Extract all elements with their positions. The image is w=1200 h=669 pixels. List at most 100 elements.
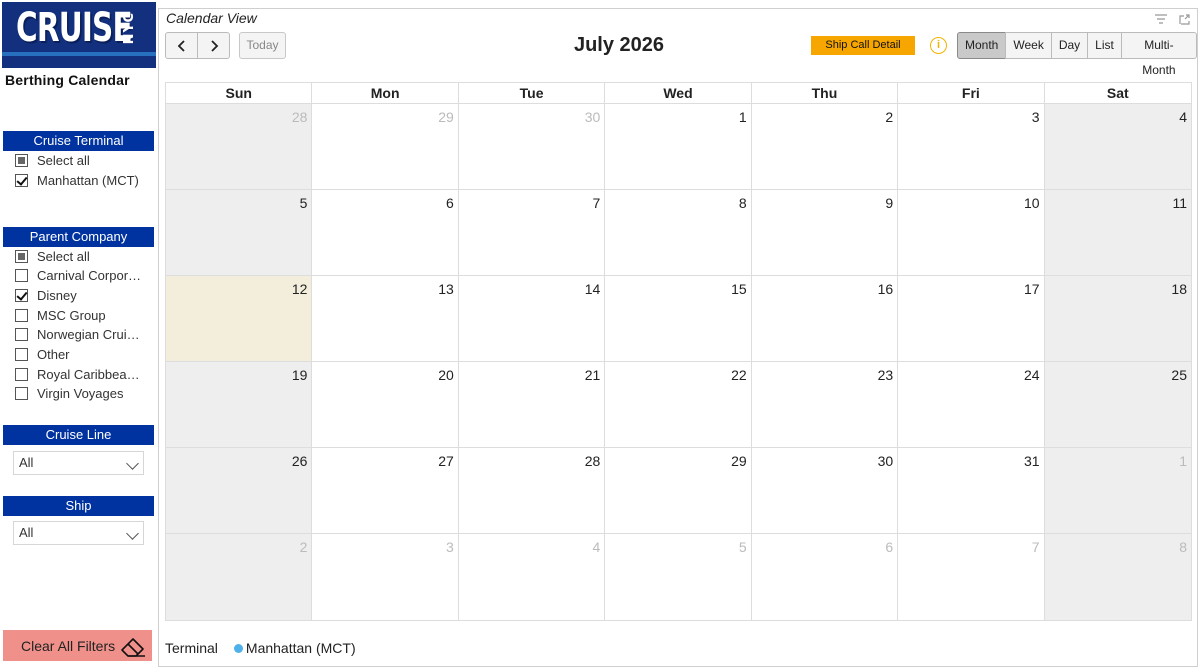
parent-company-option[interactable]: Royal Caribbea… [15, 365, 155, 383]
day-number[interactable]: 1 [1179, 453, 1187, 469]
previous-month-button[interactable] [165, 32, 198, 59]
checkbox[interactable] [15, 308, 28, 322]
day-cell[interactable]: 3 [898, 104, 1045, 190]
day-number[interactable]: 15 [731, 281, 747, 297]
day-cell[interactable]: 19 [166, 362, 313, 448]
day-number[interactable]: 29 [731, 453, 747, 469]
parent-company-option[interactable]: Other [15, 346, 155, 364]
day-number[interactable]: 17 [1024, 281, 1040, 297]
day-cell[interactable]: 6 [751, 534, 899, 620]
day-cell[interactable]: 30 [751, 448, 899, 534]
view-multi-month-button[interactable]: Multi-Month [1120, 32, 1197, 77]
expand-icon[interactable] [1178, 13, 1191, 26]
day-number[interactable]: 2 [885, 109, 893, 125]
day-number[interactable]: 5 [300, 195, 308, 211]
day-number[interactable]: 30 [585, 109, 601, 125]
day-cell[interactable]: 28 [166, 104, 313, 190]
clear-all-filters-button[interactable]: Clear All Filters [3, 630, 152, 661]
checkbox[interactable] [15, 367, 28, 381]
day-cell[interactable]: 29 [312, 104, 459, 190]
day-number[interactable]: 22 [731, 367, 747, 383]
parent-company-option[interactable]: Norwegian Crui… [15, 326, 155, 344]
day-cell[interactable]: 7 [458, 190, 606, 276]
day-cell[interactable]: 2 [166, 534, 313, 620]
day-cell[interactable]: 25 [1044, 362, 1191, 448]
day-number[interactable]: 5 [739, 539, 747, 555]
day-number[interactable]: 6 [885, 539, 893, 555]
day-cell[interactable]: 24 [898, 362, 1045, 448]
day-cell[interactable]: 23 [751, 362, 899, 448]
day-number[interactable]: 28 [292, 109, 308, 125]
day-number[interactable]: 30 [878, 453, 894, 469]
day-number[interactable]: 8 [1179, 539, 1187, 555]
day-number[interactable]: 14 [585, 281, 601, 297]
day-cell[interactable]: 13 [312, 276, 459, 362]
day-number[interactable]: 21 [585, 367, 601, 383]
day-cell[interactable]: 21 [458, 362, 606, 448]
day-cell[interactable]: 17 [898, 276, 1045, 362]
day-number[interactable]: 12 [292, 281, 308, 297]
parent-company-option[interactable]: Select all [15, 247, 155, 265]
day-number[interactable]: 29 [438, 109, 454, 125]
day-number[interactable]: 13 [438, 281, 454, 297]
day-cell-today[interactable]: 12 [166, 276, 313, 362]
day-cell[interactable]: 26 [166, 448, 313, 534]
day-number[interactable]: 11 [1172, 195, 1187, 211]
checkbox[interactable] [15, 288, 28, 302]
checkbox[interactable] [15, 153, 28, 167]
day-cell[interactable]: 15 [605, 276, 752, 362]
day-number[interactable]: 1 [739, 109, 747, 125]
parent-company-option[interactable]: MSC Group [15, 306, 155, 324]
view-week-button[interactable]: Week [1005, 32, 1052, 59]
day-number[interactable]: 25 [1171, 367, 1187, 383]
cruise-line-select[interactable]: All [13, 451, 144, 475]
day-cell[interactable]: 5 [605, 534, 752, 620]
day-cell[interactable]: 10 [898, 190, 1045, 276]
day-number[interactable]: 4 [592, 539, 600, 555]
day-number[interactable]: 24 [1024, 367, 1040, 383]
view-day-button[interactable]: Day [1050, 32, 1089, 59]
terminal-option[interactable]: Manhattan (MCT) [15, 171, 155, 189]
checkbox[interactable] [15, 269, 28, 283]
day-cell[interactable]: 31 [898, 448, 1045, 534]
day-number[interactable]: 2 [300, 539, 308, 555]
next-month-button[interactable] [197, 32, 230, 59]
day-number[interactable]: 19 [292, 367, 308, 383]
day-cell[interactable]: 18 [1044, 276, 1191, 362]
view-month-button[interactable]: Month [957, 32, 1007, 59]
day-number[interactable]: 31 [1024, 453, 1040, 469]
checkbox[interactable] [15, 328, 28, 342]
day-number[interactable]: 9 [885, 195, 893, 211]
day-cell[interactable]: 2 [751, 104, 899, 190]
day-cell[interactable]: 22 [605, 362, 752, 448]
parent-company-option[interactable]: Carnival Corpor… [15, 267, 155, 285]
day-number[interactable]: 3 [1032, 109, 1040, 125]
day-cell[interactable]: 29 [605, 448, 752, 534]
ship-select[interactable]: All [13, 521, 144, 545]
day-cell[interactable]: 27 [312, 448, 459, 534]
day-number[interactable]: 23 [878, 367, 894, 383]
day-number[interactable]: 7 [1032, 539, 1040, 555]
info-icon[interactable]: i [930, 37, 947, 54]
day-cell[interactable]: 7 [898, 534, 1045, 620]
day-cell[interactable]: 1 [1044, 448, 1191, 534]
day-number[interactable]: 10 [1024, 195, 1040, 211]
checkbox[interactable] [15, 387, 28, 401]
day-number[interactable]: 27 [438, 453, 454, 469]
day-number[interactable]: 16 [878, 281, 894, 297]
day-number[interactable]: 6 [446, 195, 454, 211]
checkbox[interactable] [15, 348, 28, 361]
parent-company-option[interactable]: Virgin Voyages [15, 385, 155, 403]
day-cell[interactable]: 16 [751, 276, 899, 362]
day-number[interactable]: 8 [739, 195, 747, 211]
day-cell[interactable]: 8 [1044, 534, 1191, 620]
day-cell[interactable]: 8 [605, 190, 752, 276]
day-cell[interactable]: 11 [1044, 190, 1191, 276]
day-cell[interactable]: 4 [458, 534, 606, 620]
day-number[interactable]: 7 [592, 195, 600, 211]
day-number[interactable]: 28 [585, 453, 601, 469]
day-cell[interactable]: 1 [605, 104, 752, 190]
day-cell[interactable]: 30 [458, 104, 606, 190]
day-cell[interactable]: 9 [751, 190, 899, 276]
day-cell[interactable]: 14 [458, 276, 606, 362]
